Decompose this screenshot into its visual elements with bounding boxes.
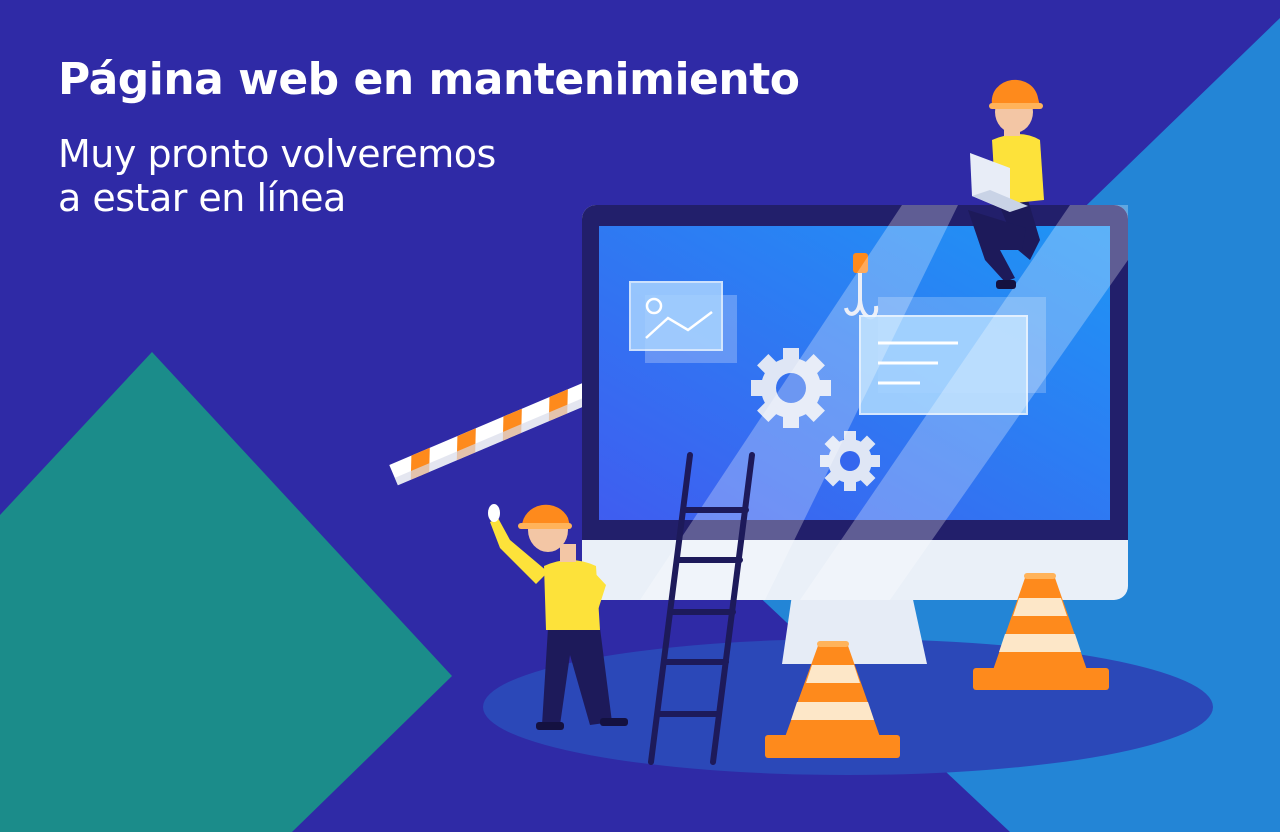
subtitle-line: a estar en línea: [58, 176, 346, 220]
maintenance-page: Página web en mantenimiento Muy pronto v…: [0, 0, 1280, 832]
maintenance-illustration: [0, 18, 1280, 832]
background-teal-triangle: [0, 352, 452, 832]
monitor-stand: [782, 595, 927, 664]
page-title: Página web en mantenimiento: [58, 54, 800, 105]
image-icon: [629, 281, 737, 363]
subtitle-line: Muy pronto volveremos: [58, 132, 496, 176]
page-subtitle: Muy pronto volveremos a estar en línea: [58, 132, 496, 220]
barrier-arm: [389, 382, 592, 486]
